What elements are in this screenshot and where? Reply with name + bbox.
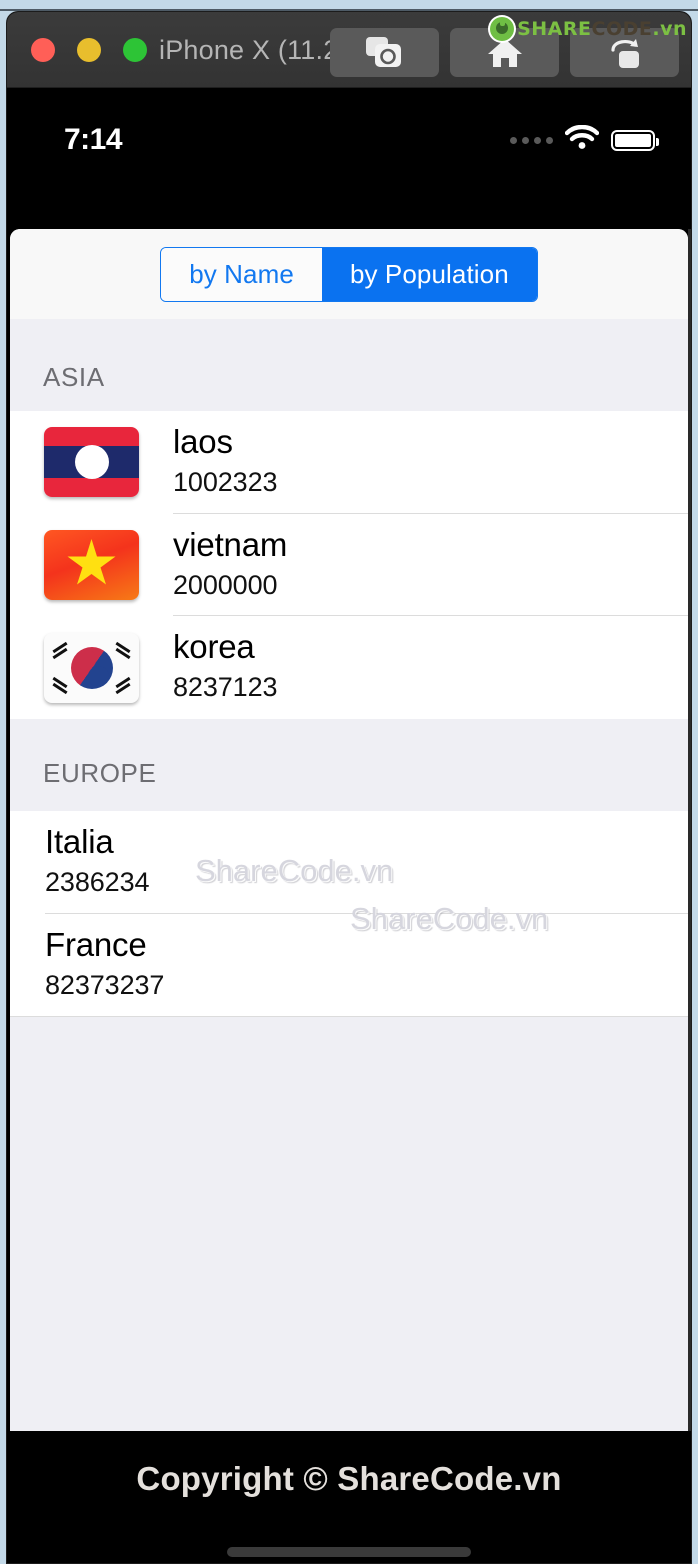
korea-flag-icon bbox=[44, 632, 139, 703]
battery-full-icon bbox=[611, 129, 659, 151]
country-population: 1002323 bbox=[173, 466, 278, 497]
copyright-text: Copyright © ShareCode.vn bbox=[136, 1460, 562, 1497]
zoom-button[interactable] bbox=[123, 38, 147, 62]
close-button[interactable] bbox=[31, 38, 55, 62]
sharecode-logo: SHARECODE.vn bbox=[490, 16, 687, 42]
app-content: by Name by Population ASIA laos 1002323 … bbox=[10, 229, 688, 1511]
camera-icon bbox=[365, 36, 404, 69]
section-header-asia-label: ASIA bbox=[43, 362, 105, 392]
segmented-control-bar: by Name by Population bbox=[10, 229, 688, 319]
flag-cell bbox=[10, 427, 173, 498]
segment-by-population[interactable]: by Population bbox=[321, 247, 537, 301]
screenshot-button[interactable] bbox=[330, 28, 439, 77]
vietnam-flag-icon bbox=[44, 530, 139, 601]
country-name: Italia bbox=[45, 823, 114, 861]
logo-code-text: CODE bbox=[591, 18, 653, 40]
table-row[interactable]: laos 1002323 bbox=[10, 411, 688, 514]
screen-right-edge bbox=[688, 229, 691, 1511]
row-text: laos 1002323 bbox=[173, 411, 688, 514]
table-row[interactable]: vietnam 2000000 bbox=[10, 513, 688, 617]
window-controls bbox=[31, 38, 147, 62]
logo-vn-text: .vn bbox=[652, 18, 687, 40]
wifi-icon bbox=[564, 124, 600, 155]
signal-dots-icon bbox=[510, 136, 553, 144]
status-bar-time: 7:14 bbox=[64, 123, 123, 156]
logo-share-text: SHARE bbox=[517, 18, 592, 40]
flag-cell bbox=[10, 632, 173, 703]
status-bar-indicators bbox=[510, 118, 659, 162]
row-text: korea 8237123 bbox=[173, 616, 688, 719]
country-population: 82373237 bbox=[45, 969, 165, 1000]
laos-flag-icon bbox=[44, 427, 139, 498]
phone-screen: 7:14 by Name by Population ASIA laos 100… bbox=[7, 88, 691, 1563]
country-population: 2000000 bbox=[173, 569, 278, 600]
section-header-europe-label: EUROPE bbox=[43, 758, 157, 789]
section-header-asia: ASIA bbox=[10, 319, 688, 411]
simulator-title-bar: iPhone X (11.2) SHARECODE.vn bbox=[7, 12, 691, 88]
flag-cell bbox=[10, 530, 173, 601]
table-row[interactable]: korea 8237123 bbox=[10, 616, 688, 720]
country-name: vietnam bbox=[173, 525, 288, 563]
segment-by-name[interactable]: by Name bbox=[161, 247, 322, 301]
sort-segmented-control[interactable]: by Name by Population bbox=[160, 246, 538, 302]
country-name: korea bbox=[173, 628, 255, 666]
section-rows-asia: laos 1002323 vietnam 2000000 korea 82371… bbox=[10, 411, 688, 720]
simulator-window: iPhone X (11.2) SHARECODE.vn 7:14 by Nam… bbox=[6, 11, 692, 1564]
row-text: vietnam 2000000 bbox=[173, 514, 688, 617]
table-row[interactable]: Italia 2386234 bbox=[10, 811, 688, 914]
section-header-europe: EUROPE bbox=[10, 719, 688, 812]
minimize-button[interactable] bbox=[77, 38, 101, 62]
screen-root: iPhone X (11.2) SHARECODE.vn 7:14 by Nam… bbox=[0, 0, 698, 1564]
table-row[interactable]: France 82373237 bbox=[10, 913, 688, 1017]
desktop-strip bbox=[0, 0, 698, 11]
footer-bar: Copyright © ShareCode.vn bbox=[7, 1431, 691, 1563]
country-list[interactable]: ASIA laos 1002323 vietnam 2000000 korea … bbox=[10, 319, 688, 1018]
list-bottom-separator bbox=[10, 1016, 688, 1018]
status-bar: 7:14 bbox=[7, 118, 691, 162]
row-text: France 82373237 bbox=[10, 914, 688, 1017]
country-name: laos bbox=[173, 423, 233, 460]
country-name: France bbox=[45, 925, 147, 963]
row-text: Italia 2386234 bbox=[10, 811, 688, 914]
simulator-device-title: iPhone X (11.2) bbox=[159, 35, 348, 65]
sharecode-mark-icon bbox=[490, 17, 515, 41]
section-rows-europe: Italia 2386234 France 82373237 bbox=[10, 811, 688, 1017]
country-population: 2386234 bbox=[45, 867, 150, 897]
home-indicator[interactable] bbox=[227, 1547, 471, 1557]
country-population: 8237123 bbox=[173, 672, 278, 703]
